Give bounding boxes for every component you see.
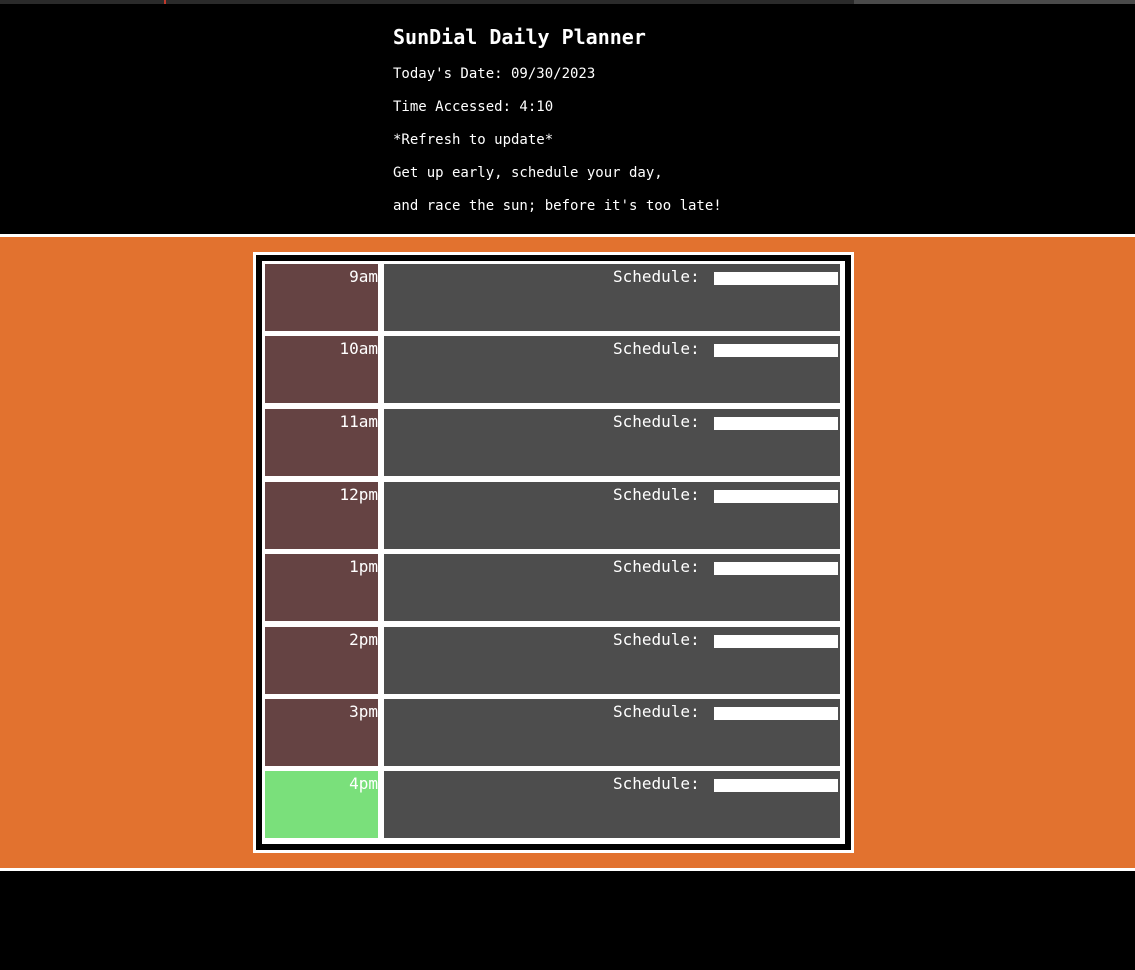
current-date: Today's Date: 09/30/2023 xyxy=(393,66,596,82)
planner-container: 9am Schedule: 10am Schedule: 11am Schedu… xyxy=(253,252,854,853)
time-accessed: Time Accessed: 4:10 xyxy=(393,99,554,115)
schedule-label: Schedule: xyxy=(613,339,700,358)
schedule-slot: Schedule: xyxy=(384,336,840,403)
hour-cell: 12pm xyxy=(265,482,378,549)
hour-cell-current: 4pm xyxy=(265,771,378,838)
schedule-label: Schedule: xyxy=(613,485,700,504)
schedule-slot: Schedule: xyxy=(384,409,840,476)
schedule-label: Schedule: xyxy=(613,412,700,431)
tagline-line-1: Get up early, schedule your day, xyxy=(393,165,663,181)
schedule-slot: Schedule: xyxy=(384,554,840,621)
tagline-line-2: and race the sun; before it's too late! xyxy=(393,198,722,214)
schedule-input-9am[interactable] xyxy=(714,272,838,285)
schedule-slot: Schedule: xyxy=(384,699,840,766)
hour-label: 2pm xyxy=(349,630,378,649)
schedule-input-11am[interactable] xyxy=(714,417,838,430)
header-content: SunDial Daily Planner Today's Date: 09/3… xyxy=(393,24,722,230)
schedule-label: Schedule: xyxy=(613,702,700,721)
time-block-3pm: 3pm Schedule: xyxy=(265,699,842,766)
schedule-slot: Schedule: xyxy=(384,771,840,838)
schedule-input-2pm[interactable] xyxy=(714,635,838,648)
schedule-input-12pm[interactable] xyxy=(714,490,838,503)
schedule-input-10am[interactable] xyxy=(714,344,838,357)
hour-cell: 9am xyxy=(265,264,378,331)
page-header: SunDial Daily Planner Today's Date: 09/3… xyxy=(0,4,1135,234)
planner-grid: 9am Schedule: 10am Schedule: 11am Schedu… xyxy=(262,261,845,844)
schedule-slot: Schedule: xyxy=(384,627,840,694)
schedule-input-4pm[interactable] xyxy=(714,779,838,792)
hour-label: 11am xyxy=(339,412,378,431)
hour-label: 10am xyxy=(339,339,378,358)
schedule-slot: Schedule: xyxy=(384,264,840,331)
time-block-9am: 9am Schedule: xyxy=(265,264,842,331)
hour-cell: 3pm xyxy=(265,699,378,766)
schedule-label: Schedule: xyxy=(613,267,700,286)
hour-cell: 2pm xyxy=(265,627,378,694)
schedule-label: Schedule: xyxy=(613,630,700,649)
hour-label: 12pm xyxy=(339,485,378,504)
schedule-label: Schedule: xyxy=(613,774,700,793)
refresh-note: *Refresh to update* xyxy=(393,132,554,148)
hour-label: 1pm xyxy=(349,557,378,576)
time-block-12pm: 12pm Schedule: xyxy=(265,482,842,549)
planner-border: 9am Schedule: 10am Schedule: 11am Schedu… xyxy=(256,255,851,850)
hour-cell: 10am xyxy=(265,336,378,403)
time-block-1pm: 1pm Schedule: xyxy=(265,554,842,621)
schedule-input-3pm[interactable] xyxy=(714,707,838,720)
hour-cell: 11am xyxy=(265,409,378,476)
hour-label: 3pm xyxy=(349,702,378,721)
time-block-10am: 10am Schedule: xyxy=(265,336,842,403)
hour-label: 4pm xyxy=(349,774,378,793)
page-title: SunDial Daily Planner xyxy=(393,25,646,49)
time-block-11am: 11am Schedule: xyxy=(265,409,842,476)
schedule-input-1pm[interactable] xyxy=(714,562,838,575)
hour-cell: 1pm xyxy=(265,554,378,621)
schedule-label: Schedule: xyxy=(613,557,700,576)
page-footer xyxy=(0,871,1135,970)
time-block-2pm: 2pm Schedule: xyxy=(265,627,842,694)
time-block-4pm: 4pm Schedule: xyxy=(265,771,842,838)
schedule-slot: Schedule: xyxy=(384,482,840,549)
hour-label: 9am xyxy=(349,267,378,286)
